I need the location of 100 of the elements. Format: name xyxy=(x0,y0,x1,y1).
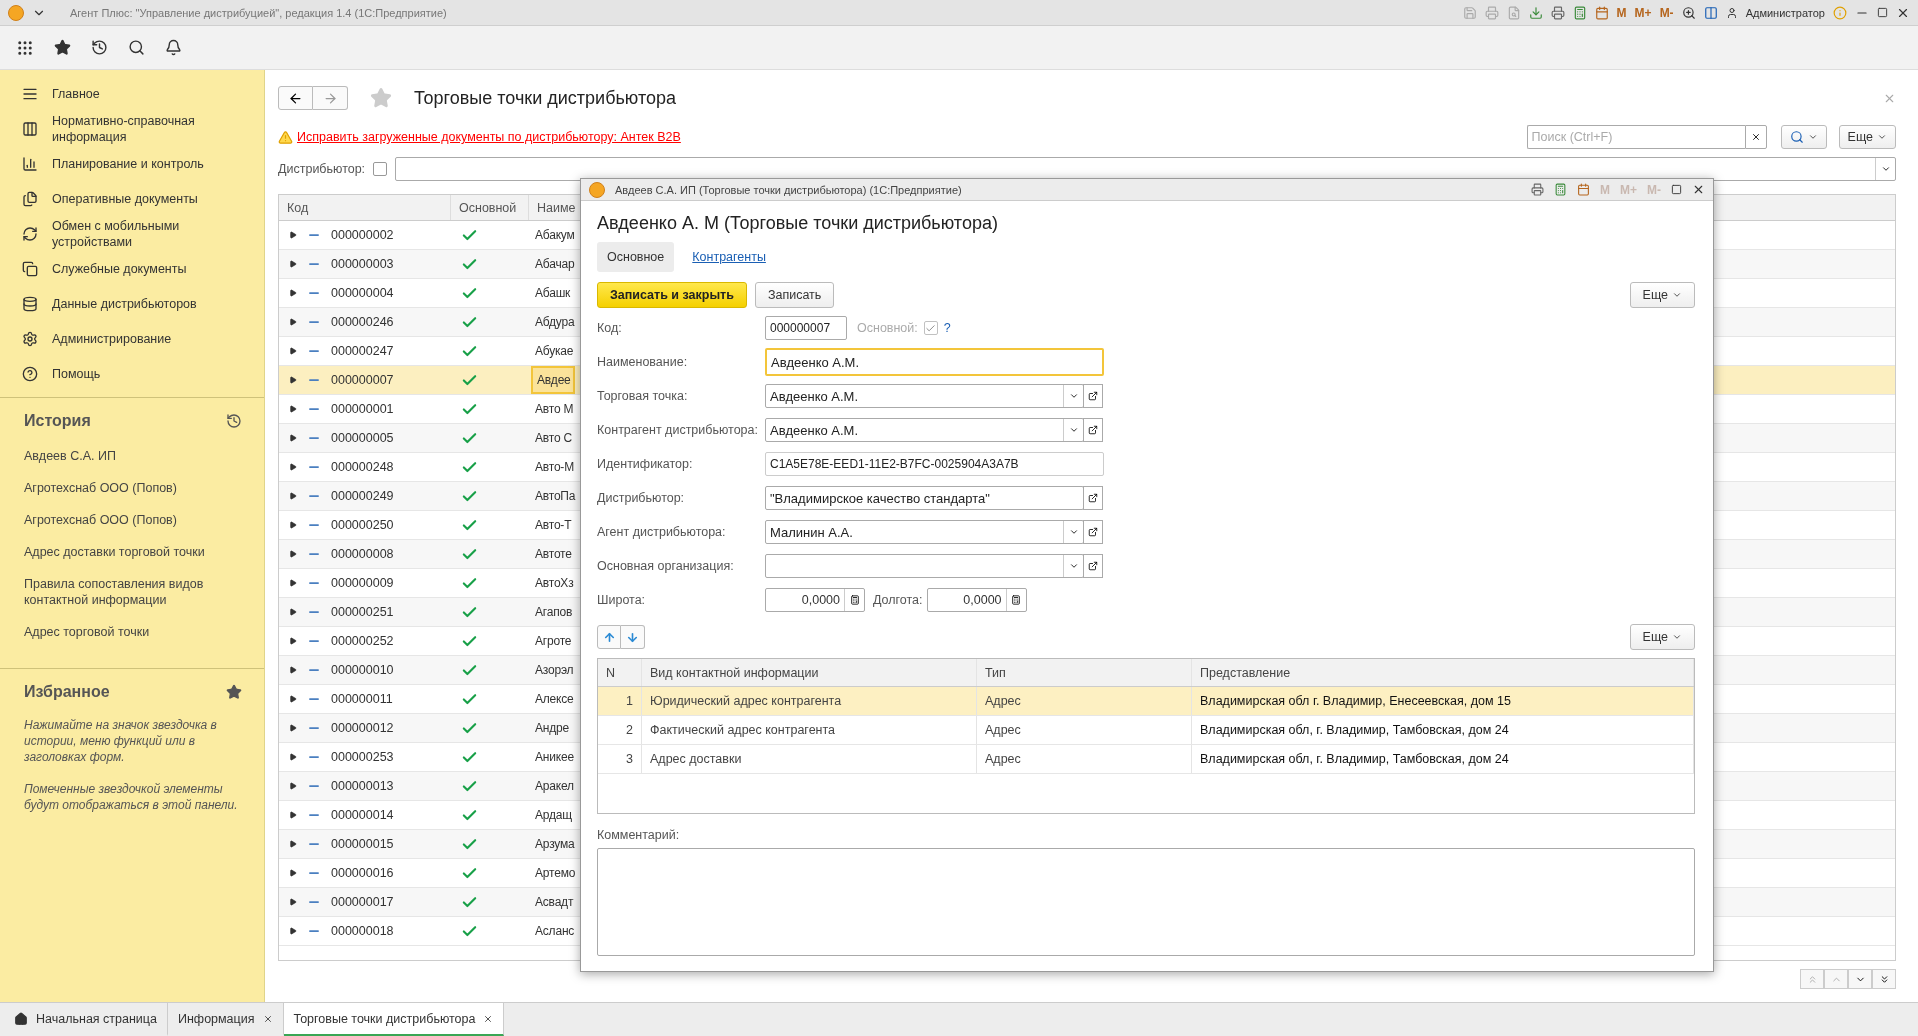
input-field[interactable]: Авдеенко А.М. xyxy=(765,384,1084,408)
expand-icon[interactable] xyxy=(289,753,297,761)
column-header[interactable]: Тип xyxy=(977,659,1192,686)
warning-link[interactable]: Исправить загруженные документы по дистрибьютору: Антек B2B xyxy=(297,130,681,144)
calendar-icon[interactable] xyxy=(1577,183,1590,196)
zoom-icon[interactable] xyxy=(1681,5,1696,20)
history-item[interactable]: Агротехснаб ООО (Попов) xyxy=(24,504,224,536)
history-item[interactable]: Адрес доставки торговой точки xyxy=(24,536,224,568)
input-field[interactable]: Авдеенко А.М. xyxy=(765,348,1104,376)
sidebar-item[interactable]: Планирование и контроль xyxy=(52,155,222,172)
open-button[interactable] xyxy=(1083,384,1103,408)
more-button[interactable]: Еще xyxy=(1838,125,1896,149)
more-button[interactable]: Еще xyxy=(1629,282,1695,308)
form-tab[interactable]: Контрагенты xyxy=(682,242,776,272)
open-button[interactable] xyxy=(1083,486,1103,510)
search-button[interactable] xyxy=(1780,125,1827,149)
input-field[interactable]: Малинин А.А. xyxy=(765,520,1084,544)
calculator-icon[interactable] xyxy=(1572,5,1587,20)
maximize-icon[interactable] xyxy=(1671,184,1682,195)
expand-icon[interactable] xyxy=(289,434,297,442)
history-item[interactable]: Агротехснаб ООО (Попов) xyxy=(24,472,224,504)
sidebar-item[interactable]: Помощь xyxy=(52,365,222,382)
back-button[interactable] xyxy=(278,86,313,110)
table-row[interactable]: 1 Юридический адрес контрагента Адрес Владимирская обл г. Владимир, Енесеевская, дом 15 xyxy=(598,687,1694,716)
calendar-icon[interactable] xyxy=(1594,5,1609,20)
sidebar-item[interactable]: Служебные документы xyxy=(52,260,222,277)
expand-icon[interactable] xyxy=(289,927,297,935)
move-down-button[interactable] xyxy=(621,625,645,649)
open-tab[interactable]: Информация xyxy=(167,1003,284,1036)
expand-icon[interactable] xyxy=(289,782,297,790)
close-icon[interactable] xyxy=(483,1013,494,1024)
help-link[interactable]: ? xyxy=(943,321,951,335)
history-item[interactable]: Авдеев С.А. ИП xyxy=(24,440,224,472)
expand-icon[interactable] xyxy=(289,289,297,297)
expand-icon[interactable] xyxy=(289,550,297,558)
expand-icon[interactable] xyxy=(289,608,297,616)
expand-icon[interactable] xyxy=(289,869,297,877)
printer-icon[interactable] xyxy=(1550,5,1565,20)
open-tab[interactable]: Торговые точки дистрибьютора xyxy=(283,1003,505,1036)
expand-icon[interactable] xyxy=(289,579,297,587)
expand-icon[interactable] xyxy=(289,492,297,500)
sidebar-item[interactable]: Нормативно-справочная информация xyxy=(52,112,222,145)
expand-icon[interactable] xyxy=(289,811,297,819)
search-icon[interactable] xyxy=(128,39,145,56)
history-item[interactable]: Правила сопоставления видов контактной информации xyxy=(24,568,224,616)
restore-icon[interactable] xyxy=(1877,7,1888,18)
column-header[interactable]: Код xyxy=(279,195,451,220)
bell-icon[interactable] xyxy=(165,39,182,56)
more-button[interactable]: Еще xyxy=(1629,624,1695,650)
open-button[interactable] xyxy=(1083,520,1103,544)
expand-icon[interactable] xyxy=(289,318,297,326)
sidebar-item[interactable]: Главное xyxy=(52,85,222,102)
open-tab[interactable]: Начальная страница xyxy=(4,1003,168,1036)
history-icon[interactable] xyxy=(226,413,242,429)
search-field[interactable]: Поиск (Ctrl+F) xyxy=(1526,125,1745,149)
column-header[interactable]: Вид контактной информации xyxy=(642,659,977,686)
expand-icon[interactable] xyxy=(289,463,297,471)
star-icon[interactable] xyxy=(54,39,71,56)
column-header[interactable]: N xyxy=(598,659,642,686)
close-icon[interactable] xyxy=(262,1013,273,1024)
code-field[interactable]: 000000007 xyxy=(765,316,847,340)
checkbox[interactable] xyxy=(373,162,388,176)
user-name[interactable]: Администратор xyxy=(1745,6,1825,19)
sidebar-item[interactable]: Оперативные документы xyxy=(52,190,222,207)
memory-button[interactable]: M xyxy=(1616,5,1627,20)
expand-icon[interactable] xyxy=(289,637,297,645)
clear-button[interactable] xyxy=(1744,125,1767,149)
memory-button[interactable]: M+ xyxy=(1634,5,1652,20)
move-up-button[interactable] xyxy=(597,625,621,649)
expand-icon[interactable] xyxy=(289,666,297,674)
apps-icon[interactable] xyxy=(16,38,34,57)
expand-icon[interactable] xyxy=(289,405,297,413)
expand-icon[interactable] xyxy=(289,724,297,732)
input-field[interactable]: C1A5E78E-EED1-11E2-B7FC-0025904A3A7B xyxy=(765,452,1104,476)
close-icon[interactable] xyxy=(1692,183,1705,196)
input-field[interactable] xyxy=(765,554,1084,578)
history-item[interactable]: Адрес торговой точки xyxy=(24,616,224,648)
expand-icon[interactable] xyxy=(289,231,297,239)
open-button[interactable] xyxy=(1083,554,1103,578)
expand-icon[interactable] xyxy=(289,376,297,384)
expand-icon[interactable] xyxy=(289,521,297,529)
open-button[interactable] xyxy=(1083,418,1103,442)
save-button[interactable]: Записать xyxy=(754,282,835,308)
sidebar-item[interactable]: Администрирование xyxy=(52,330,222,347)
sidebar-item[interactable]: Обмен с мобильными устройствами xyxy=(52,217,222,250)
calculator-icon[interactable] xyxy=(1554,183,1567,196)
save-close-button[interactable]: Записать и закрыть xyxy=(597,282,747,308)
column-header[interactable]: Наиме xyxy=(529,195,580,220)
download-icon[interactable] xyxy=(1528,5,1543,20)
expand-icon[interactable] xyxy=(289,347,297,355)
expand-icon[interactable] xyxy=(289,840,297,848)
history-icon[interactable] xyxy=(91,39,108,56)
form-tab[interactable]: Основное xyxy=(597,242,675,272)
sidebar-item[interactable]: Данные дистрибьюторов xyxy=(52,295,222,312)
column-header[interactable]: Основной xyxy=(451,195,529,220)
printer-icon[interactable] xyxy=(1531,183,1544,196)
distributor-field[interactable] xyxy=(395,157,1896,181)
checkbox[interactable] xyxy=(923,321,938,335)
input-field[interactable]: "Владимирское качество стандарта" xyxy=(765,486,1084,510)
longitude-field[interactable]: 0,0000 xyxy=(926,588,1027,612)
